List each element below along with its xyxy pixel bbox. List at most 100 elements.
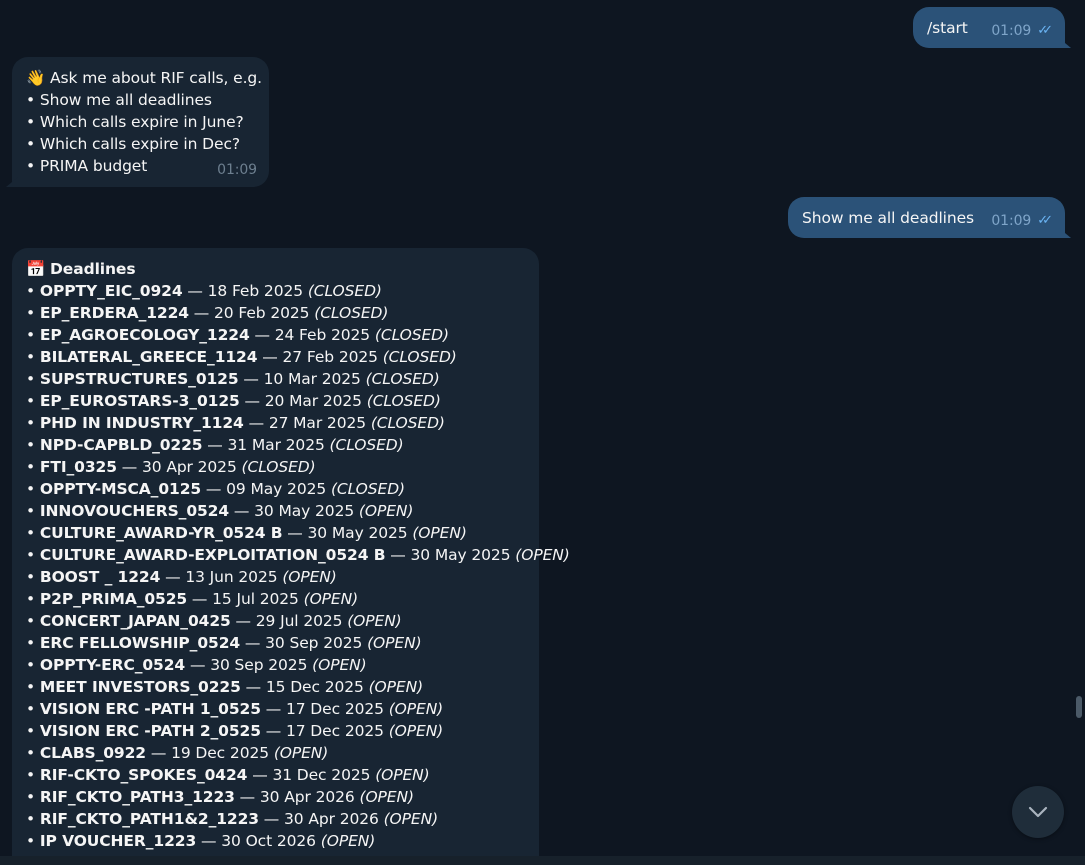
call-name: BOOST _ 1224 <box>39 568 161 586</box>
bullet: • <box>26 458 40 476</box>
separator: — <box>182 282 208 300</box>
bullet: • <box>26 524 40 542</box>
call-status: (OPEN) <box>375 766 430 784</box>
call-name: VISION ERC -PATH 2_0525 <box>39 722 261 740</box>
separator: — <box>249 326 275 344</box>
composer-edge <box>0 856 1085 865</box>
call-date: 27 Feb 2025 <box>282 348 378 366</box>
message-start[interactable]: /start 01:09 ✓✓ <box>913 7 1065 48</box>
bullet: • <box>26 634 40 652</box>
bullet: • <box>26 370 40 388</box>
deadline-item: • VISION ERC -PATH 1_0525 — 17 Dec 2025 … <box>26 698 525 720</box>
deadline-item: • PHD IN INDUSTRY_1124 — 27 Mar 2025 (CL… <box>26 412 525 434</box>
bullet: • <box>26 722 40 740</box>
call-status: (CLOSED) <box>382 348 457 366</box>
call-date: 17 Dec 2025 <box>285 700 384 718</box>
call-date: 24 Feb 2025 <box>274 326 371 344</box>
call-name: OPPTY-MSCA_0125 <box>39 480 202 498</box>
call-name: OPPTY-ERC_0524 <box>39 656 186 674</box>
call-date: 30 May 2025 <box>410 546 511 564</box>
bullet: • <box>26 414 40 432</box>
separator: — <box>257 348 283 366</box>
separator: — <box>239 392 265 410</box>
call-date: 10 Mar 2025 <box>263 370 361 388</box>
call-date: 15 Jul 2025 <box>212 590 299 608</box>
call-status: (OPEN) <box>320 832 376 850</box>
separator: — <box>260 722 286 740</box>
separator: — <box>240 678 266 696</box>
call-date: 31 Dec 2025 <box>272 766 371 784</box>
call-status: (OPEN) <box>367 634 422 652</box>
call-date: 19 Dec 2025 <box>171 744 269 762</box>
scrollbar-thumb[interactable] <box>1076 696 1082 718</box>
message-time: 01:09 <box>991 213 1032 229</box>
double-check-icon: ✓✓ <box>1037 213 1053 228</box>
deadline-item: • EP_ERDERA_1224 — 20 Feb 2025 (CLOSED) <box>26 302 525 324</box>
call-name: CULTURE_AWARD-YR_0524 B <box>39 524 283 542</box>
call-name: CONCERT_JAPAN_0425 <box>39 612 231 630</box>
scrollbar[interactable] <box>1075 0 1083 865</box>
deadline-item: • INNOVOUCHERS_0524 — 30 May 2025 (OPEN) <box>26 500 525 522</box>
double-check-icon: ✓✓ <box>1037 23 1053 38</box>
call-date: 30 Apr 2026 <box>259 788 355 806</box>
message-meta: 01:09 <box>217 159 257 181</box>
bullet: • <box>26 436 40 454</box>
call-date: 18 Feb 2025 <box>207 282 303 300</box>
call-status: (OPEN) <box>515 546 570 564</box>
bullet: • <box>26 832 40 850</box>
bullet: • <box>26 612 40 630</box>
call-status: (OPEN) <box>368 678 424 696</box>
call-name: RIF_CKTO_PATH1&2_1223 <box>39 810 259 828</box>
call-name: VISION ERC -PATH 1_0525 <box>39 700 261 718</box>
call-name: BILATERAL_GREECE_1124 <box>39 348 258 366</box>
call-date: 27 Mar 2025 <box>268 414 366 432</box>
deadline-list: • OPPTY_EIC_0924 — 18 Feb 2025 (CLOSED) •… <box>26 280 570 852</box>
message-query[interactable]: Show me all deadlines 01:09 ✓✓ <box>788 197 1065 238</box>
bullet: • <box>26 656 40 674</box>
deadline-item: • BOOST _ 1224 — 13 Jun 2025 (OPEN) <box>26 566 525 588</box>
call-status: (CLOSED) <box>366 392 441 410</box>
call-date: 09 May 2025 <box>226 480 327 498</box>
call-name: RIF_CKTO_PATH3_1223 <box>39 788 235 806</box>
separator: — <box>201 480 227 498</box>
call-date: 30 Sep 2025 <box>210 656 308 674</box>
message-meta: 01:09 ✓✓ <box>991 210 1053 232</box>
call-name: INNOVOUCHERS_0524 <box>39 502 230 520</box>
bullet: • <box>26 744 40 762</box>
call-status: (CLOSED) <box>370 414 445 432</box>
bullet: • <box>26 810 40 828</box>
call-name: EP_EUROSTARS-3_0125 <box>39 392 240 410</box>
call-status: (OPEN) <box>359 788 415 806</box>
separator: — <box>385 546 411 564</box>
call-status: (CLOSED) <box>241 458 316 476</box>
deadline-item: • MEET INVESTORS_0225 — 15 Dec 2025 (OPE… <box>26 676 525 698</box>
message-time: 01:09 <box>217 162 257 178</box>
scroll-down-button[interactable] <box>1012 786 1064 838</box>
separator: — <box>187 590 213 608</box>
deadline-item: • CLABS_0922 — 19 Dec 2025 (OPEN) <box>26 742 525 764</box>
bullet: • <box>26 502 40 520</box>
separator: — <box>243 414 269 432</box>
deadline-item: • BILATERAL_GREECE_1124 — 27 Feb 2025 (C… <box>26 346 525 368</box>
bullet: • <box>26 348 40 366</box>
separator: — <box>282 524 308 542</box>
bullet: • <box>26 282 40 300</box>
message-welcome[interactable]: 👋 Ask me about RIF calls, e.g. • Show me … <box>12 57 269 187</box>
deadline-item: • RIF_CKTO_PATH3_1223 — 30 Apr 2026 (OPE… <box>26 786 525 808</box>
chevron-down-icon <box>1028 806 1048 818</box>
deadline-item: • CULTURE_AWARD-YR_0524 B — 30 May 2025 … <box>26 522 525 544</box>
call-status: (CLOSED) <box>329 436 404 454</box>
deadline-item: • OPPTY-ERC_0524 — 30 Sep 2025 (OPEN) <box>26 654 525 676</box>
message-time: 01:09 <box>991 23 1032 39</box>
separator: — <box>185 656 211 674</box>
separator: — <box>196 832 222 850</box>
bullet: • <box>26 546 40 564</box>
deadlines-title: Deadlines <box>50 260 136 278</box>
deadline-item: • ERC FELLOWSHIP_0524 — 30 Sep 2025 (OPE… <box>26 632 525 654</box>
deadline-item: • EP_EUROSTARS-3_0125 — 20 Mar 2025 (CLO… <box>26 390 525 412</box>
call-date: 30 Sep 2025 <box>265 634 363 652</box>
call-status: (CLOSED) <box>374 326 449 344</box>
bullet: • <box>26 678 40 696</box>
message-deadlines[interactable]: 📅 Deadlines • OPPTY_EIC_0924 — 18 Feb 20… <box>12 248 570 865</box>
deadline-item: • OPPTY_EIC_0924 — 18 Feb 2025 (CLOSED) <box>26 280 525 302</box>
